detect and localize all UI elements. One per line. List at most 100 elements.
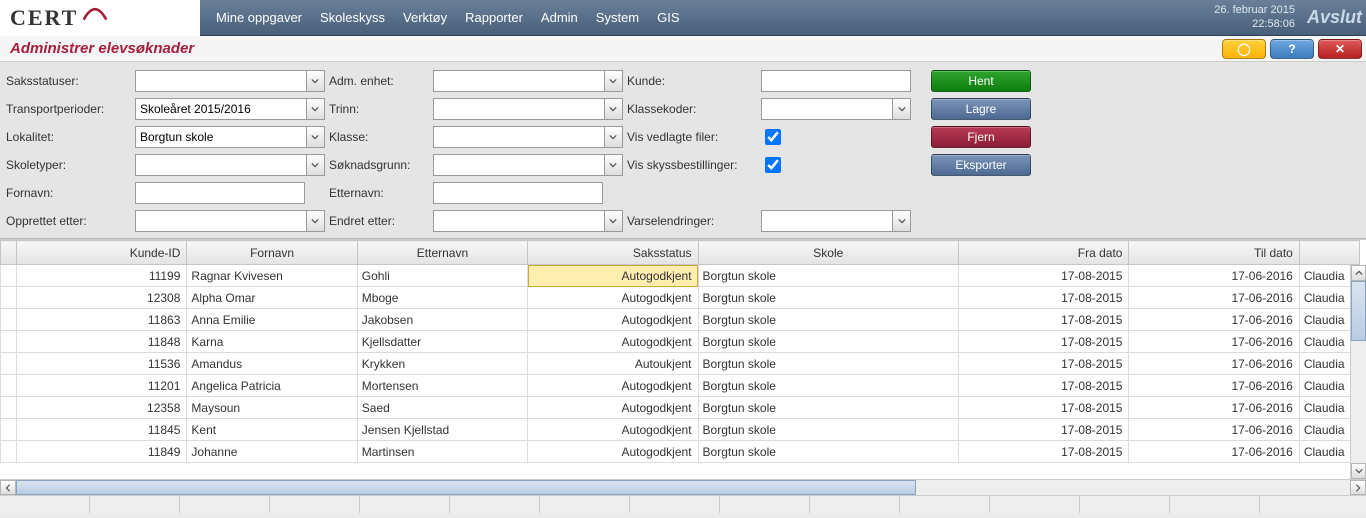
cell-kunde-id[interactable]: 11848 bbox=[17, 331, 187, 353]
col-fra-dato[interactable]: Fra dato bbox=[959, 241, 1129, 265]
lokalitet-combo[interactable] bbox=[135, 126, 325, 148]
opprettet-combo[interactable] bbox=[135, 210, 325, 232]
cell-saksstatus[interactable]: Autogodkjent bbox=[528, 375, 698, 397]
col-til-dato[interactable]: Til dato bbox=[1129, 241, 1299, 265]
vis-skyss-checkbox[interactable] bbox=[765, 157, 781, 173]
cell-skole[interactable]: Borgtun skole bbox=[698, 441, 959, 463]
col-etternavn[interactable]: Etternavn bbox=[357, 241, 527, 265]
row-selector[interactable] bbox=[1, 441, 17, 463]
cell-etternavn[interactable]: Jensen Kjellstad bbox=[357, 419, 527, 441]
cell-fornavn[interactable]: Anna Emilie bbox=[187, 309, 357, 331]
hscroll-thumb[interactable] bbox=[16, 480, 916, 495]
cell-fornavn[interactable]: Ragnar Kvivesen bbox=[187, 265, 357, 287]
chevron-down-icon[interactable] bbox=[605, 126, 623, 148]
klassekoder-combo[interactable] bbox=[761, 98, 911, 120]
chevron-down-icon[interactable] bbox=[605, 154, 623, 176]
cell-fornavn[interactable]: Angelica Patricia bbox=[187, 375, 357, 397]
cell-fra-dato[interactable]: 17-08-2015 bbox=[959, 265, 1129, 287]
cell-fra-dato[interactable]: 17-08-2015 bbox=[959, 441, 1129, 463]
footer-tab[interactable] bbox=[1170, 496, 1260, 513]
cell-skole[interactable]: Borgtun skole bbox=[698, 331, 959, 353]
table-row[interactable]: 11848KarnaKjellsdatterAutogodkjentBorgtu… bbox=[1, 331, 1360, 353]
col-selector[interactable] bbox=[1, 241, 17, 265]
cell-saksstatus[interactable]: Autogodkjent bbox=[528, 265, 698, 287]
cell-til-dato[interactable]: 17-06-2016 bbox=[1129, 441, 1299, 463]
kunde-input[interactable] bbox=[761, 70, 911, 92]
cell-til-dato[interactable]: 17-06-2016 bbox=[1129, 419, 1299, 441]
cell-saksstatus[interactable]: Autogodkjent bbox=[528, 397, 698, 419]
cell-fra-dato[interactable]: 17-08-2015 bbox=[959, 353, 1129, 375]
adm-enhet-combo[interactable] bbox=[433, 70, 623, 92]
menu-mine-oppgaver[interactable]: Mine oppgaver bbox=[216, 10, 302, 25]
cell-saksstatus[interactable]: Autogodkjent bbox=[528, 419, 698, 441]
chevron-down-icon[interactable] bbox=[605, 70, 623, 92]
row-selector[interactable] bbox=[1, 265, 17, 287]
help-button[interactable]: ? bbox=[1270, 39, 1314, 59]
menu-skoleskyss[interactable]: Skoleskyss bbox=[320, 10, 385, 25]
cell-etternavn[interactable]: Saed bbox=[357, 397, 527, 419]
footer-tab[interactable] bbox=[450, 496, 540, 513]
cell-fra-dato[interactable]: 17-08-2015 bbox=[959, 309, 1129, 331]
row-selector[interactable] bbox=[1, 287, 17, 309]
row-selector[interactable] bbox=[1, 353, 17, 375]
chevron-down-icon[interactable] bbox=[307, 210, 325, 232]
trinn-combo[interactable] bbox=[433, 98, 623, 120]
soknadsgrunn-combo[interactable] bbox=[433, 154, 623, 176]
col-last[interactable] bbox=[1299, 241, 1359, 265]
cell-kunde-id[interactable]: 11199 bbox=[17, 265, 187, 287]
footer-tab[interactable] bbox=[990, 496, 1080, 513]
table-row[interactable]: 11536AmandusKrykkenAutoukjentBorgtun sko… bbox=[1, 353, 1360, 375]
cell-til-dato[interactable]: 17-06-2016 bbox=[1129, 353, 1299, 375]
cell-etternavn[interactable]: Mboge bbox=[357, 287, 527, 309]
chevron-down-icon[interactable] bbox=[307, 154, 325, 176]
cell-fornavn[interactable]: Maysoun bbox=[187, 397, 357, 419]
footer-tab[interactable] bbox=[360, 496, 450, 513]
horizontal-scrollbar[interactable] bbox=[0, 479, 1366, 495]
logout-link[interactable]: Avslut bbox=[1307, 7, 1362, 28]
cell-saksstatus[interactable]: Autoukjent bbox=[528, 353, 698, 375]
varsel-combo[interactable] bbox=[761, 210, 911, 232]
cell-skole[interactable]: Borgtun skole bbox=[698, 375, 959, 397]
cell-til-dato[interactable]: 17-06-2016 bbox=[1129, 287, 1299, 309]
scroll-left-icon[interactable] bbox=[0, 480, 16, 495]
cell-til-dato[interactable]: 17-06-2016 bbox=[1129, 309, 1299, 331]
row-selector[interactable] bbox=[1, 419, 17, 441]
vscroll-thumb[interactable] bbox=[1351, 281, 1366, 341]
vscroll-track[interactable] bbox=[1351, 281, 1366, 463]
cell-fra-dato[interactable]: 17-08-2015 bbox=[959, 375, 1129, 397]
cell-kunde-id[interactable]: 12308 bbox=[17, 287, 187, 309]
scroll-down-icon[interactable] bbox=[1351, 463, 1366, 479]
chevron-down-icon[interactable] bbox=[307, 126, 325, 148]
cell-til-dato[interactable]: 17-06-2016 bbox=[1129, 375, 1299, 397]
footer-tab[interactable] bbox=[270, 496, 360, 513]
cell-skole[interactable]: Borgtun skole bbox=[698, 397, 959, 419]
trinn-input[interactable] bbox=[433, 98, 605, 120]
cell-saksstatus[interactable]: Autogodkjent bbox=[528, 309, 698, 331]
menu-admin[interactable]: Admin bbox=[541, 10, 578, 25]
chevron-down-icon[interactable] bbox=[307, 98, 325, 120]
cell-fornavn[interactable]: Amandus bbox=[187, 353, 357, 375]
cell-kunde-id[interactable]: 11201 bbox=[17, 375, 187, 397]
cell-skole[interactable]: Borgtun skole bbox=[698, 309, 959, 331]
cell-til-dato[interactable]: 17-06-2016 bbox=[1129, 331, 1299, 353]
footer-tab[interactable] bbox=[180, 496, 270, 513]
cell-fornavn[interactable]: Alpha Omar bbox=[187, 287, 357, 309]
cell-fornavn[interactable]: Karna bbox=[187, 331, 357, 353]
row-selector[interactable] bbox=[1, 375, 17, 397]
soknadsgrunn-input[interactable] bbox=[433, 154, 605, 176]
cell-skole[interactable]: Borgtun skole bbox=[698, 265, 959, 287]
fornavn-input[interactable] bbox=[135, 182, 305, 204]
minimize-button[interactable]: ◯ bbox=[1222, 39, 1266, 59]
cell-til-dato[interactable]: 17-06-2016 bbox=[1129, 397, 1299, 419]
footer-tab[interactable] bbox=[810, 496, 900, 513]
table-row[interactable]: 11849JohanneMartinsenAutogodkjentBorgtun… bbox=[1, 441, 1360, 463]
chevron-down-icon[interactable] bbox=[605, 98, 623, 120]
footer-tab[interactable] bbox=[0, 496, 90, 513]
eksporter-button[interactable]: Eksporter bbox=[931, 154, 1031, 176]
etternavn-input[interactable] bbox=[433, 182, 603, 204]
cell-fra-dato[interactable]: 17-08-2015 bbox=[959, 419, 1129, 441]
saksstatuser-input[interactable] bbox=[135, 70, 307, 92]
cell-fornavn[interactable]: Kent bbox=[187, 419, 357, 441]
chevron-down-icon[interactable] bbox=[893, 210, 911, 232]
footer-tab[interactable] bbox=[630, 496, 720, 513]
